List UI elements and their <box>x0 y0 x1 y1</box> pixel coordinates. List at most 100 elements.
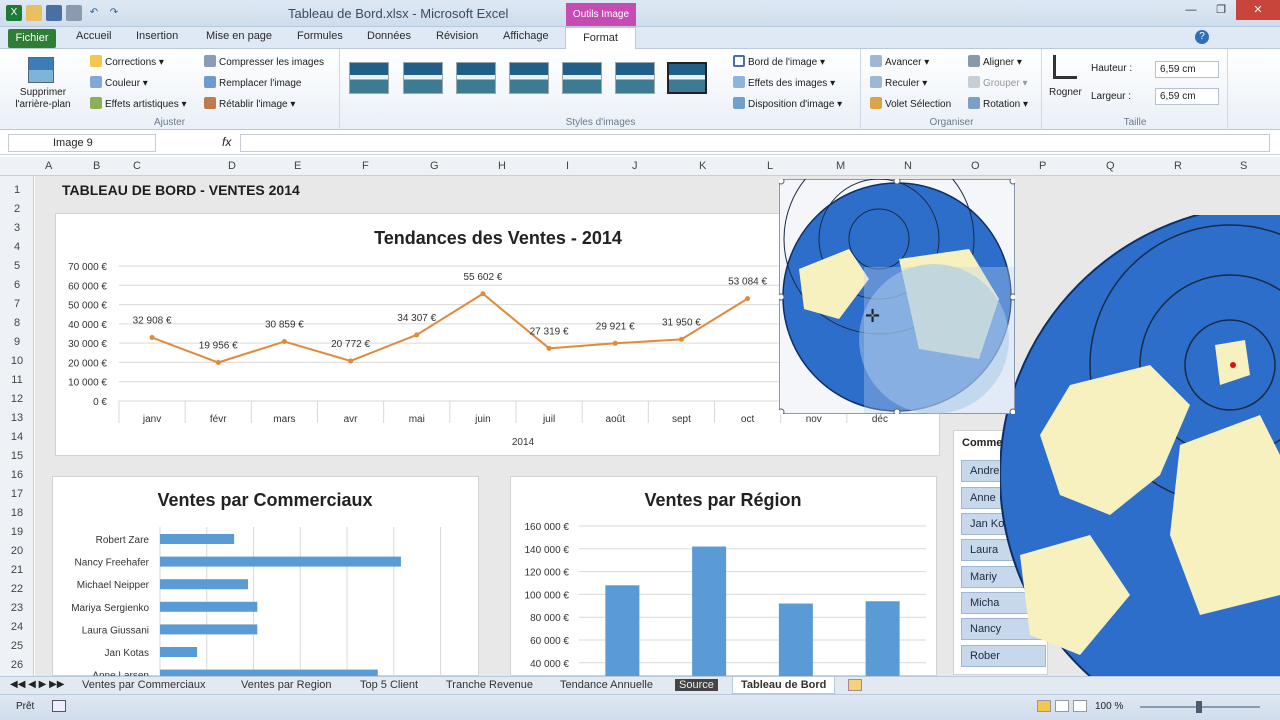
row-header[interactable]: 17 <box>0 488 34 500</box>
row-header[interactable]: 14 <box>0 431 34 443</box>
row-header[interactable]: 19 <box>0 526 34 538</box>
redo-icon[interactable]: ↷ <box>106 5 122 21</box>
style-thumb-1[interactable] <box>349 62 389 94</box>
avancer-button[interactable]: Avancer ▾ <box>870 55 929 68</box>
row-header[interactable]: 3 <box>0 222 34 234</box>
reculer-button[interactable]: Reculer ▾ <box>870 76 927 89</box>
sheet-tab[interactable]: Tranche Revenue <box>446 679 533 691</box>
row-header[interactable]: 16 <box>0 469 34 481</box>
sheet-tab[interactable]: Tendance Annuelle <box>560 679 653 691</box>
row-header[interactable]: 11 <box>0 374 34 386</box>
column-header[interactable]: F <box>362 160 369 172</box>
disposition-image-button[interactable]: Disposition d'image ▾ <box>733 97 842 110</box>
resize-handle[interactable] <box>1009 293 1015 301</box>
remplacer-button[interactable]: Remplacer l'image <box>204 76 302 89</box>
row-header[interactable]: 21 <box>0 564 34 576</box>
column-header[interactable]: O <box>971 160 980 172</box>
hauteur-input[interactable]: 6,59 cm <box>1155 61 1219 78</box>
row-header[interactable]: 10 <box>0 355 34 367</box>
fx-icon[interactable]: fx <box>222 135 231 149</box>
style-thumb-3[interactable] <box>456 62 496 94</box>
style-thumb-2[interactable] <box>403 62 443 94</box>
sheet-nav-icon[interactable]: ◀◀ ◀ ▶ ▶▶ <box>10 679 64 690</box>
column-header[interactable]: N <box>904 160 912 172</box>
rogner-button[interactable]: Rogner <box>1049 87 1082 98</box>
column-header[interactable]: D <box>228 160 236 172</box>
minimize-icon[interactable]: — <box>1176 0 1206 20</box>
save-icon[interactable] <box>46 5 62 21</box>
macro-icon[interactable] <box>52 700 66 712</box>
view-layout-icon[interactable] <box>1055 700 1069 712</box>
couleur-button[interactable]: Couleur ▾ <box>90 76 148 89</box>
resize-handle[interactable] <box>779 408 785 414</box>
row-header[interactable]: 22 <box>0 583 34 595</box>
tab-affichage[interactable]: Affichage <box>503 30 549 42</box>
column-header[interactable]: H <box>498 160 506 172</box>
row-header[interactable]: 26 <box>0 659 34 671</box>
formula-input[interactable] <box>240 134 1270 152</box>
column-header[interactable]: C <box>133 160 141 172</box>
tab-accueil[interactable]: Accueil <box>76 30 111 42</box>
row-header[interactable]: 9 <box>0 336 34 348</box>
tab-donnees[interactable]: Données <box>367 30 411 42</box>
bord-image-button[interactable]: Bord de l'image ▾ <box>733 55 825 68</box>
row-header[interactable]: 8 <box>0 317 34 329</box>
tab-revision[interactable]: Révision <box>436 30 478 42</box>
resize-handle[interactable] <box>893 408 901 414</box>
resize-handle[interactable] <box>893 179 901 185</box>
close-icon[interactable]: ✕ <box>1236 0 1280 20</box>
row-header[interactable]: 23 <box>0 602 34 614</box>
compresser-button[interactable]: Compresser les images <box>204 55 324 68</box>
undo-icon[interactable]: ↶ <box>86 5 102 21</box>
column-header[interactable]: R <box>1174 160 1182 172</box>
column-header[interactable]: S <box>1240 160 1247 172</box>
bar-chart-commerciaux-panel[interactable]: Ventes par Commerciaux Robert Zare Nancy F… <box>52 476 479 682</box>
row-header[interactable]: 20 <box>0 545 34 557</box>
column-header[interactable]: B <box>93 160 100 172</box>
retablir-button[interactable]: Rétablir l'image ▾ <box>204 97 295 110</box>
column-header[interactable]: L <box>767 160 773 172</box>
column-header[interactable]: Q <box>1106 160 1115 172</box>
resize-handle[interactable] <box>1009 179 1015 185</box>
row-header[interactable]: 1 <box>0 184 34 196</box>
column-header[interactable]: E <box>294 160 301 172</box>
aligner-button[interactable]: Aligner ▾ <box>968 55 1022 68</box>
globe-image-selected[interactable]: ✛ <box>779 179 1015 414</box>
corrections-button[interactable]: Corrections ▾ <box>90 55 164 68</box>
style-thumb-5[interactable] <box>562 62 602 94</box>
remove-background-icon[interactable] <box>28 57 54 83</box>
crop-icon[interactable] <box>1053 55 1077 79</box>
sheet-tab[interactable]: Ventes par Region <box>241 679 332 691</box>
column-header[interactable]: M <box>836 160 845 172</box>
largeur-input[interactable]: 6,59 cm <box>1155 88 1219 105</box>
column-header[interactable]: K <box>699 160 706 172</box>
print-icon[interactable] <box>66 5 82 21</box>
row-header[interactable]: 24 <box>0 621 34 633</box>
resize-handle[interactable] <box>779 293 785 301</box>
column-header[interactable]: I <box>566 160 569 172</box>
row-header[interactable]: 7 <box>0 298 34 310</box>
tab-format[interactable]: Format <box>565 27 636 50</box>
sheet-tab[interactable]: Ventes par Commerciaux <box>82 679 206 691</box>
excel-icon[interactable]: X <box>6 5 22 21</box>
zoom-level[interactable]: 100 % <box>1095 701 1123 712</box>
globe-image-large[interactable] <box>1000 215 1280 676</box>
column-header[interactable]: P <box>1039 160 1046 172</box>
rotation-button[interactable]: Rotation ▾ <box>968 97 1028 110</box>
row-header[interactable]: 6 <box>0 279 34 291</box>
maximize-icon[interactable]: ❐ <box>1206 0 1236 20</box>
style-thumb-6[interactable] <box>615 62 655 94</box>
name-box[interactable]: Image 9 <box>8 134 156 152</box>
remove-background-button[interactable]: Supprimer l'arrière-plan <box>8 87 78 111</box>
volet-selection-button[interactable]: Volet Sélection <box>870 97 951 110</box>
view-pagebreak-icon[interactable] <box>1073 700 1087 712</box>
tab-fichier[interactable]: Fichier <box>8 29 56 48</box>
zoom-slider-thumb[interactable] <box>1196 701 1202 713</box>
bar-chart-region-panel[interactable]: Ventes par Région 40 000 € 60 000 € 80 000 … <box>510 476 937 677</box>
sheet-tab[interactable]: Source <box>675 679 718 691</box>
new-sheet-icon[interactable] <box>848 679 862 691</box>
row-header[interactable]: 25 <box>0 640 34 652</box>
row-header[interactable]: 12 <box>0 393 34 405</box>
open-icon[interactable] <box>26 5 42 21</box>
tab-mise-en-page[interactable]: Mise en page <box>206 30 272 42</box>
